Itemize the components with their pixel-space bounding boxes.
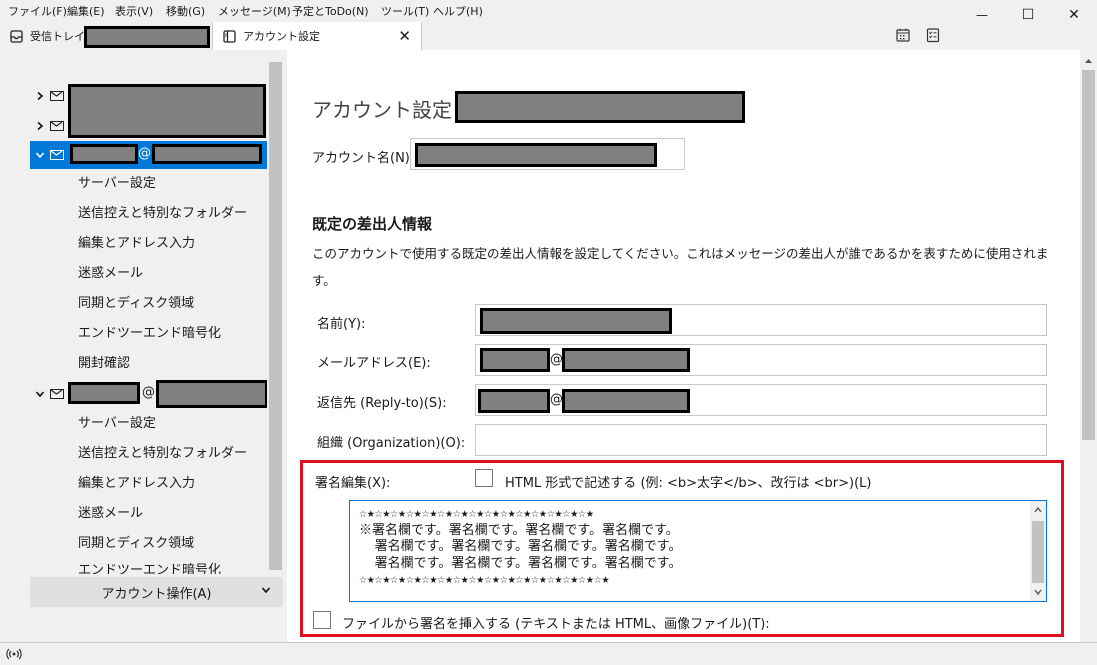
tab-inbox-label: 受信トレイ [30,30,85,43]
calendar-icon[interactable] [895,27,911,43]
chevron-right-icon [37,91,44,101]
chevron-right-icon [37,121,44,131]
sidebar-item-composition[interactable]: 編集とアドレス入力 [78,232,195,256]
account-settings-icon [223,29,236,43]
mail-icon [50,121,64,131]
redacted-inbox-account [84,26,210,48]
sidebar-item-junk[interactable]: 迷惑メール [78,262,143,286]
status-bar [0,642,1097,665]
chevron-down-icon [35,152,45,159]
section-heading: 既定の差出人情報 [312,215,433,233]
html-format-label: HTML 形式で記述する (例: <b>太字</b>、改行は <br>)(L) [505,476,872,491]
menu-edit[interactable]: 編集(E) [67,3,105,19]
signature-file-label: ファイルから署名を挿入する (テキストまたは HTML、画像ファイル)(T): [342,617,770,632]
redacted-reply-to-domain [562,389,690,413]
signature-file-checkbox[interactable] [313,611,331,629]
signature-textarea[interactable]: ☆★☆★☆★☆★☆★☆★☆★☆★☆★☆★☆★☆★☆★☆★☆★ ※署名欄です。署名… [349,500,1047,602]
tasks-icon[interactable] [925,27,941,43]
organization-input[interactable] [475,424,1047,456]
signature-line: ☆★☆★☆★☆★☆★☆★☆★☆★☆★☆★☆★☆★☆★☆★☆★☆★ [359,572,610,587]
mail-icon [50,150,64,160]
tab-account-settings-label: アカウント設定 [243,30,320,43]
reply-to-input[interactable]: @ [475,384,1047,416]
tab-inbox[interactable]: 受信トレイ [0,22,212,50]
scroll-down-icon[interactable] [1030,585,1046,599]
menu-view[interactable]: 表示(V) [115,3,153,19]
account-settings-pane: アカウント設定 - アカウント名(N): 既定の差出人情報 このアカウントで使用… [287,50,1097,642]
menu-tools[interactable]: ツール(T) [381,3,429,19]
main-scrollbar-thumb[interactable] [1082,70,1095,440]
redacted-reply-to-user [478,389,550,413]
account-row-4[interactable]: @ [30,380,268,408]
tab-account-settings[interactable]: アカウント設定 ✕ [212,22,422,50]
page-title: アカウント設定 - [312,98,466,122]
scroll-up-icon[interactable] [1080,54,1097,68]
close-icon: ✕ [1068,7,1080,23]
sidebar-item-server-settings[interactable]: サーバー設定 [78,172,156,196]
organization-label: 組織 (Organization)(O): [317,436,466,451]
account-3-at-sign: @ [138,146,151,161]
maximize-icon: ☐ [1021,7,1035,23]
inbox-icon [10,29,23,43]
menu-go[interactable]: 移動(G) [166,3,205,19]
redacted-name [480,308,672,334]
html-format-checkbox[interactable] [475,469,493,487]
sidebar-scrollbar[interactable] [267,50,284,610]
menu-help[interactable]: ヘルプ(H) [433,3,483,19]
redacted-email-user [480,348,550,372]
signature-line: ☆★☆★☆★☆★☆★☆★☆★☆★☆★☆★☆★☆★☆★☆★☆★ [359,506,594,521]
name-label: 名前(Y): [317,317,366,332]
signature-line: ※署名欄です。署名欄です。署名欄です。署名欄です。 [359,522,679,538]
activity-icon[interactable] [6,647,22,661]
mail-icon [50,389,64,399]
menu-file[interactable]: ファイル(F) [8,3,67,19]
signature-scrollbar[interactable] [1030,501,1046,601]
sidebar-scrollbar-thumb[interactable] [269,62,282,570]
redacted-account-3-domain [152,144,262,164]
redacted-account-names [68,84,266,138]
redacted-email-domain [562,348,690,372]
tab-bar: 受信トレイ アカウント設定 ✕ [0,22,1097,50]
email-input[interactable]: @ [475,344,1047,376]
reply-to-label: 返信先 (Reply-to)(S): [317,396,447,411]
sidebar-item-sync-disk-2[interactable]: 同期とディスク領域 [78,532,194,556]
account-row-3-selected[interactable]: @ [30,141,267,169]
account-4-at-sign: @ [142,385,155,400]
sidebar-item-copies-folders[interactable]: 送信控えと特別なフォルダー [78,202,247,226]
sidebar-item-junk-2[interactable]: 迷惑メール [78,502,143,526]
chevron-down-icon [35,391,45,398]
mail-icon [50,91,64,101]
menu-message[interactable]: メッセージ(M) [218,3,291,19]
redacted-account-4-domain [156,380,268,408]
scroll-up-icon[interactable] [1030,503,1046,517]
sidebar-item-copies-folders-2[interactable]: 送信控えと特別なフォルダー [78,442,247,466]
main-scrollbar[interactable] [1080,50,1097,642]
email-label: メールアドレス(E): [317,356,431,371]
minimize-icon: — [976,8,988,22]
redacted-account-title [455,91,745,123]
signature-line: 署名欄です。署名欄です。署名欄です。署名欄です。 [359,539,682,554]
sidebar-item-server-settings-2[interactable]: サーバー設定 [78,412,156,436]
sidebar-item-composition-2[interactable]: 編集とアドレス入力 [78,472,195,496]
section-description: このアカウントで使用する既定の差出人情報を設定してください。これはメッセージの差… [312,246,1049,261]
section-description-cont: す。 [312,273,336,288]
tab-close-button[interactable]: ✕ [398,27,411,45]
account-actions-label: アカウント操作(A) [101,586,212,602]
redacted-account-4-user [68,382,140,404]
signature-scrollbar-thumb[interactable] [1032,521,1044,583]
account-tree-sidebar: @ サーバー設定 送信控えと特別なフォルダー 編集とアドレス入力 迷惑メール 同… [0,50,287,642]
sidebar-item-sync-disk[interactable]: 同期とディスク領域 [78,292,194,316]
redacted-account-3-user [70,144,138,164]
account-actions-button[interactable]: アカウント操作(A) [30,577,283,607]
sidebar-item-e2e-encryption[interactable]: エンドツーエンド暗号化 [78,322,221,346]
redacted-account-name [415,143,657,167]
signature-line: 署名欄です。署名欄です。署名欄です。署名欄です。 [359,555,682,571]
account-name-label: アカウント名(N): [312,151,415,166]
chevron-down-icon [261,587,271,594]
sidebar-item-e2e-encryption-2[interactable]: エンドツーエンド暗号化 [78,560,221,574]
signature-label: 署名編集(X): [315,476,391,491]
menu-events-tasks[interactable]: 予定とToDo(N) [292,3,369,19]
menu-bar: ファイル(F) 編集(E) 表示(V) 移動(G) メッセージ(M) 予定とTo… [0,0,1097,22]
sidebar-item-return-receipts[interactable]: 開封確認 [78,352,130,376]
